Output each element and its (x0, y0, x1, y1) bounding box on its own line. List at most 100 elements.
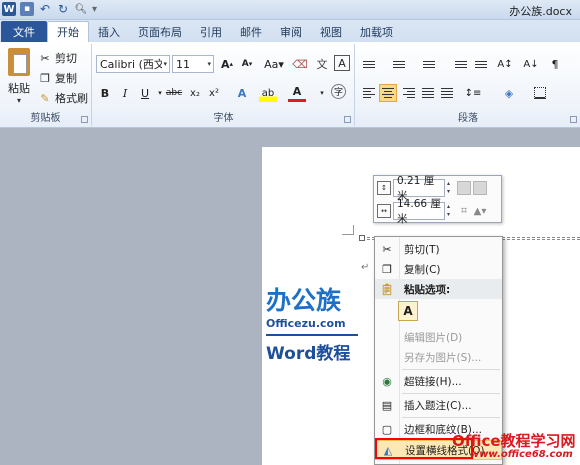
tab-home[interactable]: 开始 (47, 21, 89, 42)
height-spinner[interactable]: ▴ ▾ (447, 180, 455, 196)
crop-icon[interactable]: ⌗ (457, 204, 471, 218)
chevron-down-icon: ▾ (16, 96, 21, 105)
tab-addins[interactable]: 加载项 (351, 21, 402, 42)
copy-button[interactable]: ❐ 复制 (38, 70, 77, 86)
bring-forward-icon[interactable] (457, 181, 471, 195)
justify-icon[interactable] (419, 84, 437, 102)
title-bar: W ▪ ↶ ↻ 🔍︎ ▾ 办公族.docx (0, 0, 580, 20)
borders-icon[interactable] (531, 84, 549, 102)
increase-indent-icon[interactable] (472, 55, 490, 73)
enclose-characters-icon[interactable]: 字 (331, 84, 346, 99)
logo-divider (266, 334, 358, 336)
shrink-font-icon[interactable]: A ▾ (238, 55, 256, 73)
copy-icon: ❐ (382, 262, 392, 276)
tab-insert[interactable]: 插入 (89, 21, 129, 42)
format-painter-button[interactable]: ✎ 格式刷 (38, 90, 88, 106)
align-left-icon[interactable] (360, 84, 378, 102)
tab-view[interactable]: 视图 (311, 21, 351, 42)
italic-icon[interactable]: I (116, 84, 134, 102)
decrease-indent-icon[interactable] (452, 55, 470, 73)
highlight-icon[interactable]: ab (259, 84, 277, 102)
menu-separator (402, 393, 500, 394)
tab-file[interactable]: 文件 (1, 21, 47, 42)
numbering-icon[interactable] (390, 55, 408, 73)
tab-references[interactable]: 引用 (191, 21, 231, 42)
line-spacing-icon[interactable]: ↕≡ (464, 84, 482, 102)
subscript-icon[interactable]: x₂ (186, 84, 204, 102)
watermark-url: www.office68.com (470, 449, 573, 460)
menu-item-label: 另存为图片(S)... (404, 351, 482, 364)
text-effects-icon[interactable]: A (233, 84, 251, 102)
format-painter-label: 格式刷 (55, 92, 88, 105)
shape-fill-icon[interactable]: ▲▾ (473, 204, 487, 218)
menu-item-hyperlink[interactable]: ◉ 超链接(H)... (375, 371, 502, 391)
align-center-icon[interactable] (379, 84, 397, 102)
menu-item-edit-picture[interactable]: 编辑图片(D) (375, 327, 502, 347)
save-icon[interactable]: ▪ (20, 2, 34, 16)
chevron-down-icon: ▾ (207, 60, 211, 68)
picture-size-mini-toolbar: ↕ 0.21 厘米 ▴ ▾ ↔ 14.66 厘米 ▴ ▾ ⌗ ▲▾ (373, 175, 502, 225)
officezu-logo: 办公族 Officezu.com Word教程 (266, 287, 358, 364)
phonetic-guide-icon[interactable]: 文 (313, 55, 331, 73)
multilevel-list-icon[interactable] (420, 55, 438, 73)
strikethrough-icon[interactable]: abc (165, 84, 183, 102)
cut-label: 剪切 (55, 52, 77, 65)
clipboard-icon: 📋︎ (380, 282, 394, 296)
margin-corner-mark (342, 225, 354, 235)
brush-icon: ✎ (40, 91, 50, 105)
paste-button[interactable]: 粘贴 ▾ (4, 46, 34, 106)
height-field[interactable]: 0.21 厘米 (393, 175, 445, 202)
scissors-icon: ✂ (382, 242, 392, 256)
logo-site-text: Officezu.com (266, 317, 346, 330)
show-formatting-icon[interactable]: ¶ (546, 55, 564, 73)
font-name-combo[interactable]: Calibri (西文正 ▾ (96, 55, 170, 73)
font-name-value: Calibri (西文正 (100, 58, 162, 71)
distributed-icon[interactable] (438, 84, 456, 102)
menu-item-insert-caption[interactable]: ▤ 插入题注(C)... (375, 395, 502, 415)
menu-item-label: 插入题注(C)... (404, 399, 472, 412)
menu-item-save-as-picture[interactable]: 另存为图片(S)... (375, 347, 502, 367)
send-backward-icon[interactable] (473, 181, 487, 195)
chevron-down-icon[interactable]: ▾ (313, 84, 331, 102)
cut-button[interactable]: ✂ 剪切 (38, 50, 77, 66)
paragraph-launcher-icon[interactable] (570, 116, 577, 123)
ribbon: 粘贴 ▾ ✂ 剪切 ❐ 复制 ✎ 格式刷 剪贴板 Calibri (西文正 ▾ … (0, 42, 580, 128)
change-case-icon[interactable]: Aa▾ (263, 55, 285, 73)
undo-icon[interactable]: ↶ (38, 2, 52, 16)
clear-formatting-icon[interactable]: ⌫ (291, 55, 309, 73)
logo-cn-text: 办公族 (266, 286, 342, 315)
menu-item-copy[interactable]: ❐ 复制(C) (375, 259, 502, 279)
tab-page-layout[interactable]: 页面布局 (129, 21, 191, 42)
paragraph-group-label: 段落 (458, 113, 478, 124)
menu-item-paste-options: 📋︎ 粘贴选项: (375, 279, 502, 299)
superscript-icon[interactable]: x² (205, 84, 223, 102)
tab-review[interactable]: 审阅 (271, 21, 311, 42)
align-right-icon[interactable] (400, 84, 418, 102)
grow-font-icon[interactable]: A ▴ (218, 55, 236, 73)
font-group-label: 字体 (213, 113, 234, 124)
font-color-icon[interactable]: A (288, 84, 306, 102)
shading-icon[interactable]: ◈ (500, 84, 518, 102)
bold-icon[interactable]: B (96, 84, 114, 102)
globe-link-icon: ◉ (382, 374, 392, 388)
bullets-icon[interactable] (360, 55, 378, 73)
print-preview-icon[interactable]: 🔍︎ (74, 2, 88, 16)
redo-icon[interactable]: ↻ (56, 2, 70, 16)
chinese-layout-icon[interactable]: A↕ (496, 55, 514, 73)
paste-keep-text-icon[interactable]: A (398, 301, 418, 321)
chevron-down-icon: ▾ (163, 60, 167, 68)
font-group: Calibri (西文正 ▾ 11 ▾ A▴ A▾ Aa▾ ⌫ 文 A B I … (93, 44, 355, 126)
tab-mailings[interactable]: 邮件 (231, 21, 271, 42)
sort-icon[interactable]: A↓ (522, 55, 540, 73)
width-field[interactable]: 14.66 厘米 (393, 198, 445, 225)
character-border-icon[interactable]: A (334, 55, 350, 71)
font-size-combo[interactable]: 11 ▾ (172, 55, 214, 73)
caption-icon: ▤ (381, 398, 393, 412)
width-icon: ↔ (377, 204, 391, 218)
clipboard-launcher-icon[interactable] (81, 116, 88, 123)
selection-handle[interactable] (359, 235, 365, 241)
font-launcher-icon[interactable] (344, 116, 351, 123)
menu-item-cut[interactable]: ✂ 剪切(T) (375, 239, 502, 259)
width-spinner[interactable]: ▴ ▾ (447, 203, 455, 219)
qat-customize-icon[interactable]: ▾ (92, 4, 97, 15)
